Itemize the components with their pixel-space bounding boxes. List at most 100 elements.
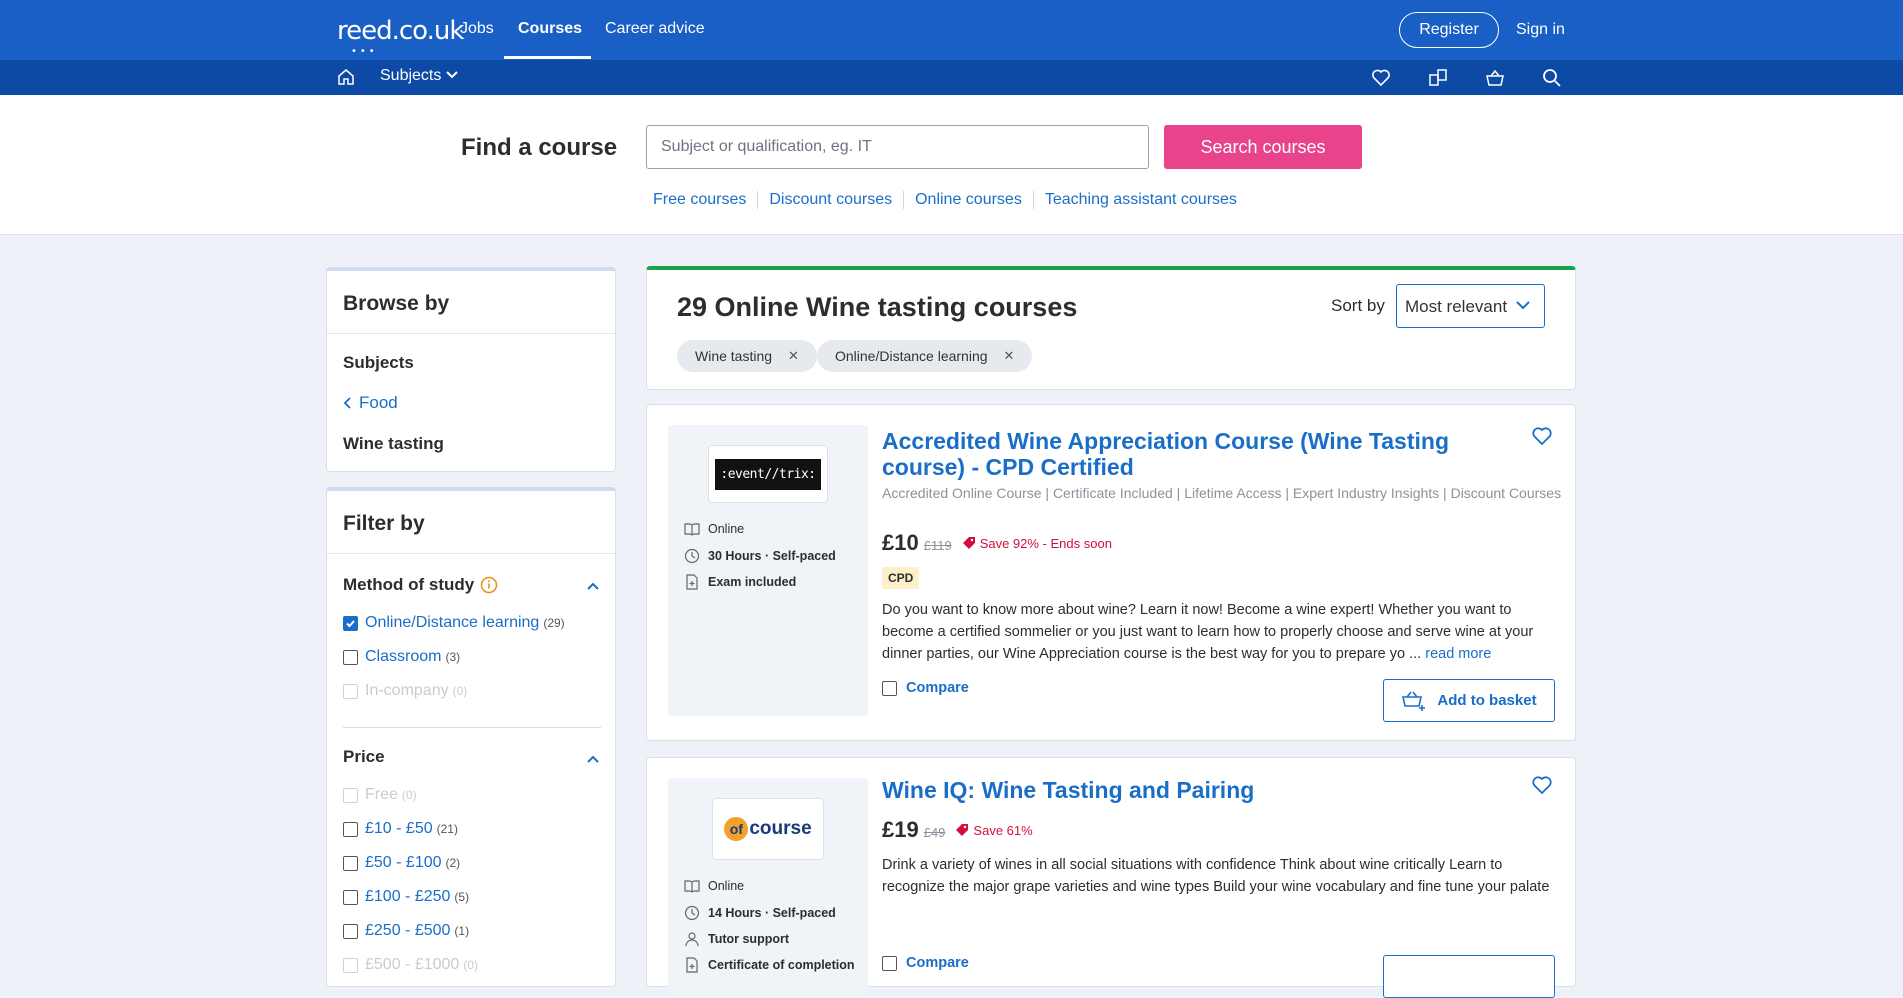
- filter-classroom[interactable]: Classroom (3): [343, 648, 460, 666]
- basket-add-icon: [1402, 691, 1426, 711]
- heart-icon[interactable]: [1531, 425, 1553, 447]
- course-card: :event//trix: Online 30 Hours · Self-pac…: [646, 404, 1576, 741]
- course-card: of course Online 14 Hours · Self-paced T…: [646, 757, 1576, 998]
- course-subtitle: Accredited Online Course | Certificate I…: [882, 485, 1562, 501]
- search-courses-button[interactable]: Search courses: [1164, 125, 1362, 169]
- compare-checkbox[interactable]: Compare: [882, 680, 969, 696]
- sort-select[interactable]: Most relevant: [1396, 284, 1545, 328]
- course-meta-exam: Exam included: [684, 574, 796, 590]
- checkbox[interactable]: [882, 680, 897, 696]
- filter-chip-wine-tasting[interactable]: Wine tasting ✕: [677, 340, 817, 372]
- book-icon: [684, 880, 700, 893]
- provider-logo[interactable]: :event//trix:: [708, 445, 828, 503]
- search-icon[interactable]: [1541, 67, 1563, 89]
- filter-price-10-50[interactable]: £10 - £50 (21): [343, 820, 458, 838]
- checkbox-disabled: [343, 787, 358, 803]
- price-toggle[interactable]: Price: [343, 747, 385, 767]
- chevron-down-icon: [446, 71, 458, 79]
- document-icon: [686, 574, 698, 590]
- course-image-panel: of course Online 14 Hours · Self-paced T…: [668, 778, 868, 998]
- filter-chip-online[interactable]: Online/Distance learning ✕: [817, 340, 1033, 372]
- course-description: Drink a variety of wines in all social s…: [882, 857, 1550, 895]
- checkbox[interactable]: [343, 889, 358, 905]
- heart-icon[interactable]: [1370, 67, 1392, 89]
- course-meta-certificate: Certificate of completion: [684, 957, 855, 973]
- nav-jobs[interactable]: Jobs: [460, 20, 494, 38]
- course-meta-duration: 30 Hours · Self-paced: [684, 548, 836, 564]
- course-title-link[interactable]: Wine IQ: Wine Tasting and Pairing: [882, 777, 1492, 803]
- nav-career-advice[interactable]: Career advice: [605, 20, 705, 38]
- heart-icon[interactable]: [1531, 774, 1553, 796]
- checkbox[interactable]: [343, 649, 358, 665]
- home-icon[interactable]: [336, 67, 358, 89]
- course-price: £19 £49 Save 61%: [882, 817, 1033, 842]
- document-icon: [686, 957, 698, 973]
- find-course-title: Find a course: [461, 134, 618, 161]
- chevron-left-icon: [343, 397, 351, 409]
- read-more-link[interactable]: read more: [1425, 646, 1491, 662]
- course-image-panel: :event//trix: Online 30 Hours · Self-pac…: [668, 425, 868, 716]
- course-meta-duration: 14 Hours · Self-paced: [684, 905, 836, 921]
- checkbox-disabled: [343, 683, 358, 699]
- sort-by-label: Sort by: [1331, 296, 1385, 315]
- reed-logo[interactable]: reed.co.uk •••: [337, 16, 464, 57]
- checkbox-disabled: [343, 957, 358, 973]
- checkbox-checked[interactable]: [343, 615, 358, 631]
- person-icon: [685, 932, 699, 947]
- clock-icon: [684, 548, 700, 564]
- browse-current-subject: Wine tasting: [343, 434, 444, 453]
- sub-navigation-bar: [0, 60, 1903, 95]
- basket-icon[interactable]: [1484, 67, 1506, 89]
- browse-subjects-label: Subjects: [343, 353, 414, 372]
- course-title-link[interactable]: Accredited Wine Appreciation Course (Win…: [882, 428, 1492, 480]
- course-price: £10 £119 Save 92% - Ends soon: [882, 530, 1112, 555]
- filter-divider: [343, 727, 601, 728]
- signin-link[interactable]: Sign in: [1516, 21, 1565, 39]
- course-search-input[interactable]: [646, 125, 1149, 169]
- filter-price-250-500[interactable]: £250 - £500 (1): [343, 922, 469, 940]
- chevron-up-icon[interactable]: [586, 752, 600, 766]
- quick-link-teaching-assistant[interactable]: Teaching assistant courses: [1032, 191, 1248, 209]
- quick-links: Free courses Discount courses Online cou…: [653, 191, 1248, 209]
- quick-link-online[interactable]: Online courses: [903, 191, 1033, 209]
- filter-in-company: In-company (0): [343, 682, 467, 700]
- browse-by-panel: Browse by Subjects Food Wine tasting: [326, 267, 616, 472]
- subjects-dropdown[interactable]: Subjects: [380, 67, 458, 85]
- chevron-up-icon[interactable]: [586, 579, 600, 593]
- filter-by-panel: Filter by Method of study Online/Distanc…: [326, 487, 616, 987]
- browse-parent-link[interactable]: Food: [343, 393, 398, 413]
- checkbox[interactable]: [343, 821, 358, 837]
- save-badge: Save 61%: [955, 823, 1033, 838]
- filter-by-title: Filter by: [327, 491, 615, 554]
- quick-link-discount[interactable]: Discount courses: [757, 191, 903, 209]
- top-navigation-bar: reed.co.uk ••• Jobs Courses Career advice…: [0, 0, 1903, 60]
- filter-price-free: Free (0): [343, 786, 417, 804]
- compare-icon[interactable]: [1427, 67, 1449, 89]
- checkbox[interactable]: [343, 855, 358, 871]
- remove-chip-icon[interactable]: ✕: [788, 348, 799, 364]
- register-button[interactable]: Register: [1399, 12, 1499, 48]
- book-icon: [684, 523, 700, 536]
- remove-chip-icon[interactable]: ✕: [1004, 348, 1015, 364]
- provider-logo[interactable]: of course: [712, 798, 824, 860]
- nav-courses[interactable]: Courses: [518, 20, 582, 38]
- quick-link-free[interactable]: Free courses: [653, 191, 757, 209]
- course-description: Do you want to know more about wine? Lea…: [882, 602, 1534, 662]
- filter-price-100-250[interactable]: £100 - £250 (5): [343, 888, 469, 906]
- filter-price-500-1000: £500 - £1000 (0): [343, 956, 478, 974]
- checkbox[interactable]: [343, 923, 358, 939]
- course-meta-tutor: Tutor support: [684, 931, 789, 947]
- checkbox[interactable]: [882, 955, 897, 971]
- clock-icon: [684, 905, 700, 921]
- filter-online-distance[interactable]: Online/Distance learning (29): [343, 614, 565, 632]
- save-badge: Save 92% - Ends soon: [962, 536, 1112, 551]
- filter-price-50-100[interactable]: £50 - £100 (2): [343, 854, 460, 872]
- add-to-basket-button[interactable]: Add to basket: [1383, 679, 1555, 722]
- add-to-basket-button[interactable]: [1383, 955, 1555, 998]
- tag-icon: [962, 537, 975, 549]
- nav-active-indicator: [504, 56, 591, 59]
- method-of-study-toggle[interactable]: Method of study: [343, 575, 498, 595]
- results-title: 29 Online Wine tasting courses: [677, 292, 1078, 322]
- info-icon[interactable]: [480, 576, 498, 594]
- course-meta-study: Online: [684, 879, 744, 893]
